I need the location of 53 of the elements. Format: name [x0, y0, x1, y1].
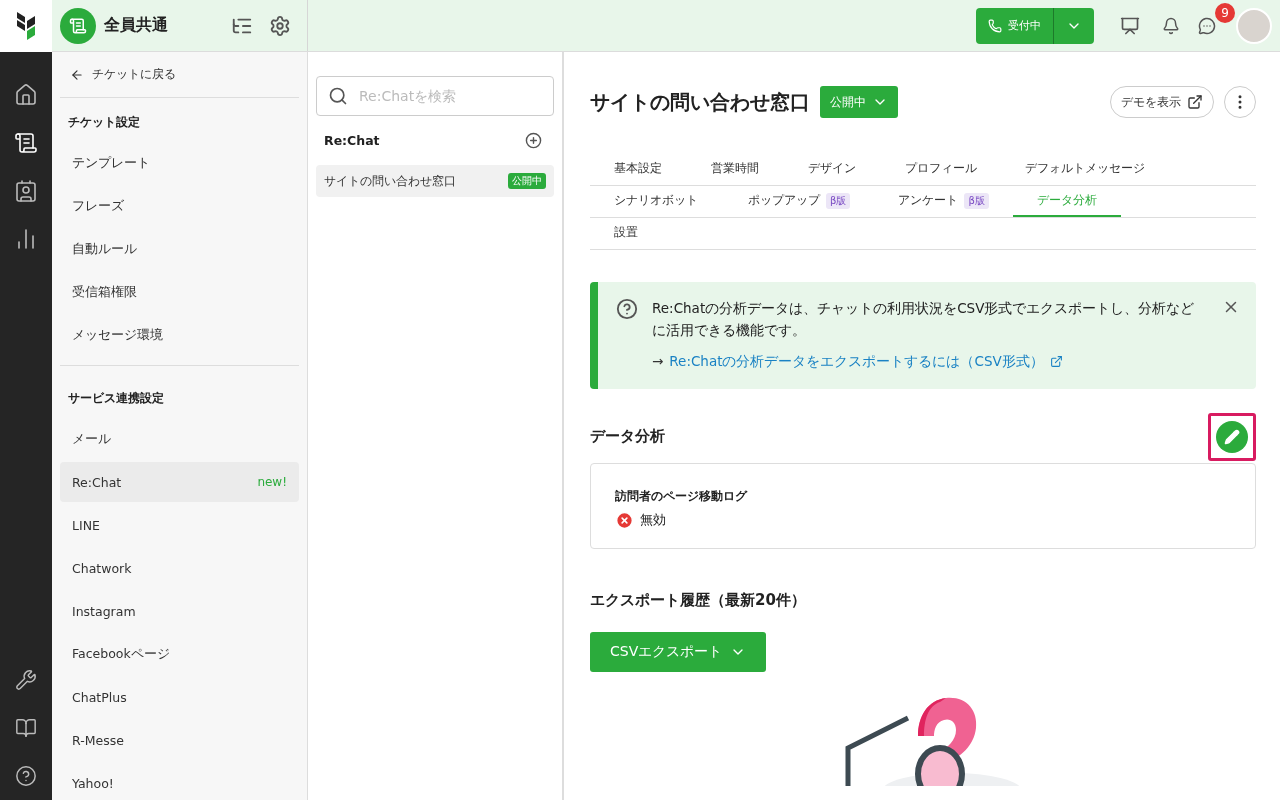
- nav-item[interactable]: 自動ルール: [60, 229, 299, 269]
- demo-button[interactable]: デモを表示: [1110, 86, 1214, 118]
- beta-label: β版: [964, 192, 989, 209]
- workspace-icon: [60, 7, 96, 44]
- tab[interactable]: デザイン: [784, 154, 881, 185]
- search-field[interactable]: Re:Chatを検索: [316, 76, 554, 116]
- status-label: 公開中: [508, 173, 546, 189]
- new-label: new!: [257, 475, 287, 489]
- tab[interactable]: 設置: [590, 218, 687, 249]
- list-heading: Re:Chat: [324, 133, 380, 148]
- section-title: サービス連携設定: [67, 390, 165, 407]
- tab[interactable]: ポップアップ β版: [724, 186, 875, 217]
- workspace-name: 全員共通: [104, 15, 169, 36]
- help-link[interactable]: Re:Chatの分析データをエクスポートするには（CSV形式）: [669, 351, 1044, 373]
- nav-item[interactable]: メッセージ環境: [60, 315, 299, 355]
- nav-item[interactable]: テンプレート: [60, 143, 299, 183]
- section-title: チケット設定: [67, 114, 141, 131]
- nav-item[interactable]: フレーズ: [60, 186, 299, 226]
- tab[interactable]: 基本設定: [590, 154, 687, 185]
- back-link[interactable]: チケットに戻る: [60, 52, 299, 98]
- nav-item[interactable]: LINE: [60, 505, 299, 545]
- list-item[interactable]: サイトの問い合わせ窓口 公開中: [316, 165, 554, 197]
- notice-text: Re:Chatの分析データは、チャットの利用状況をCSV形式でエクスポートし、分析などに活用できる機能です。: [652, 299, 1196, 340]
- tab[interactable]: アンケート β版: [874, 186, 1013, 217]
- tab[interactable]: 営業時間: [687, 154, 784, 185]
- setting-value: 無効: [640, 511, 666, 530]
- external-link-icon: [1187, 94, 1203, 110]
- notification-count: 9: [1215, 2, 1235, 23]
- section-title: エクスポート履歴（最新20件）: [590, 590, 807, 610]
- nav-item[interactable]: Yahoo!: [60, 763, 299, 800]
- search-icon: [328, 86, 348, 106]
- nav-item[interactable]: Instagram: [60, 591, 299, 631]
- nav-item[interactable]: メール: [60, 419, 299, 459]
- chat-icon[interactable]: [1198, 16, 1216, 35]
- external-link-icon: [1049, 355, 1063, 369]
- pencil-icon: [1224, 428, 1240, 445]
- setting-label: 訪問者のページ移動ログ: [615, 487, 749, 505]
- arrow-icon: →: [652, 351, 664, 373]
- edit-button[interactable]: [1216, 420, 1248, 453]
- nav-item[interactable]: Chatwork: [60, 548, 299, 588]
- nav-item[interactable]: 受信箱権限: [60, 272, 299, 312]
- nav-item[interactable]: R-Messe: [60, 720, 299, 760]
- page-title: サイトの問い合わせ窓口: [590, 88, 810, 116]
- beta-label: β版: [826, 192, 851, 209]
- nav-item[interactable]: ChatPlus: [60, 677, 299, 717]
- section-title: データ分析: [590, 427, 665, 447]
- phone-icon: [988, 18, 1002, 33]
- nav-item[interactable]: Facebookページ: [60, 634, 299, 674]
- tab[interactable]: デフォルトメッセージ: [1001, 154, 1169, 185]
- help-icon: [616, 298, 638, 320]
- tab[interactable]: シナリオボット: [590, 186, 724, 217]
- tab[interactable]: プロフィール: [881, 154, 1001, 185]
- nav-item[interactable]: Re:Chat new!: [60, 462, 299, 502]
